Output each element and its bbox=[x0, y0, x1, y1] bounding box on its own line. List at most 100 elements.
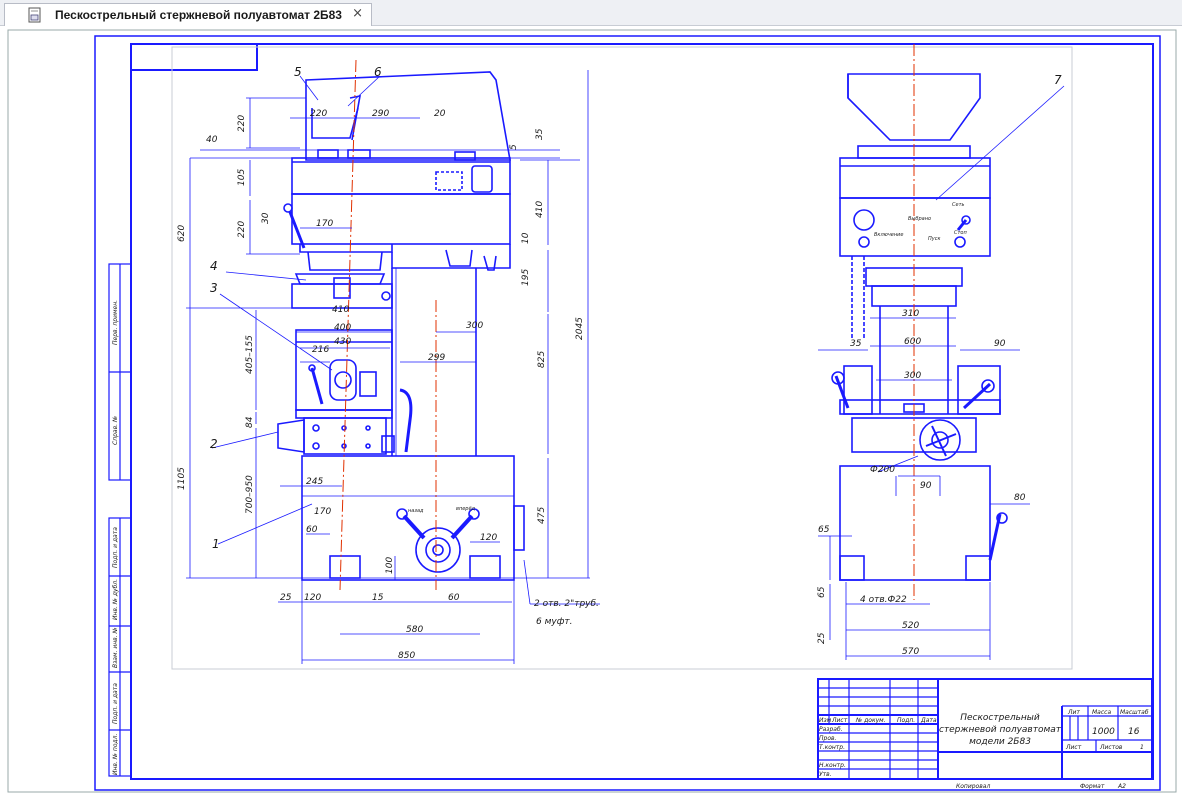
tb-lit: Лит bbox=[1067, 709, 1080, 716]
tb-prov: Пров. bbox=[819, 735, 837, 742]
dim-65a: 65 bbox=[818, 525, 830, 535]
tb-mass: Масса bbox=[1092, 709, 1111, 716]
dim-100: 100 bbox=[385, 557, 395, 574]
dim-170b: 170 bbox=[314, 507, 331, 517]
note-couplings: 6 муфт. bbox=[536, 617, 573, 627]
dim-60a: 60 bbox=[306, 525, 318, 535]
dim-5: 5 bbox=[509, 144, 519, 150]
dim-220a: 220 bbox=[237, 115, 247, 132]
pos-label-6: 6 bbox=[374, 65, 382, 79]
drawing-canvas[interactable]: Перв. примен. Справ. № Подп. и дата Инв.… bbox=[0, 26, 1182, 799]
close-tab-icon[interactable]: × bbox=[352, 6, 363, 21]
note-pipes: 2 отв. 2"труб. bbox=[534, 599, 599, 609]
side-strip-label-g: Инв. № подл. bbox=[112, 734, 119, 775]
dim-90b: 90 bbox=[920, 481, 932, 491]
dim-80: 80 bbox=[1014, 493, 1026, 503]
dim-25a: 25 bbox=[280, 593, 292, 603]
dim-700: 700–950 bbox=[245, 475, 255, 514]
dim-300b: 300 bbox=[904, 371, 921, 381]
tb-utv: Утв. bbox=[819, 771, 832, 778]
dim-405: 405–155 bbox=[245, 335, 255, 374]
dim-170a: 170 bbox=[316, 219, 333, 229]
tb-scale: Масштаб bbox=[1120, 709, 1149, 716]
dim-825: 825 bbox=[537, 351, 547, 368]
dim-90a: 90 bbox=[994, 339, 1006, 349]
tb-copied: Копировал bbox=[956, 783, 990, 790]
title-block-main: Пескострельный стержневой полуавтомат мо… bbox=[939, 713, 1140, 747]
wheel-label-a: назад bbox=[408, 508, 424, 514]
dim-430: 430 bbox=[334, 337, 351, 347]
tb-mass-val: 1000 bbox=[1092, 727, 1115, 737]
side-strip-label-c: Подп. и дата bbox=[112, 527, 119, 568]
pos-label-7: 7 bbox=[1054, 73, 1062, 87]
dim-15: 15 bbox=[372, 593, 384, 603]
side-strip-label-b: Справ. № bbox=[112, 416, 119, 445]
dim-620: 620 bbox=[177, 225, 187, 242]
side-gear bbox=[853, 209, 875, 231]
tb-izm: Изм bbox=[819, 717, 832, 724]
dim-475: 475 bbox=[537, 507, 547, 524]
panel-label-a: Выбрано bbox=[908, 216, 931, 222]
dim-400: 400 bbox=[334, 323, 351, 333]
pos-label-1: 1 bbox=[212, 537, 220, 551]
tb-date: Дата bbox=[920, 717, 937, 724]
dim-105: 105 bbox=[237, 169, 247, 186]
dim-290: 290 bbox=[372, 109, 389, 119]
dim-120a: 120 bbox=[480, 533, 497, 543]
upper-head bbox=[291, 157, 511, 195]
tb-list: Лист bbox=[831, 717, 848, 724]
tb-format-val: А2 bbox=[1117, 783, 1126, 790]
dim-200: Ф200 bbox=[870, 465, 895, 475]
dim-30: 30 bbox=[261, 212, 271, 224]
dim-65b: 65 bbox=[817, 586, 827, 598]
front-view bbox=[277, 71, 525, 581]
dim-580: 580 bbox=[406, 625, 423, 635]
dim-1105: 1105 bbox=[177, 467, 187, 490]
side-strip-label-f: Подп. и дата bbox=[112, 683, 119, 724]
hopper bbox=[305, 71, 511, 161]
tb-razrab: Разраб. bbox=[819, 726, 843, 733]
dim-84: 84 bbox=[245, 416, 255, 428]
document-tabstrip: Пескострельный стержневой полуавтомат 2Б… bbox=[0, 0, 1182, 26]
document-tab-title: Пескострельный стержневой полуавтомат 2Б… bbox=[55, 8, 342, 22]
side-strip-label-a: Перв. примен. bbox=[112, 300, 119, 345]
side-strip-label-d: Инв. № дубл. bbox=[112, 579, 119, 620]
panel-label-d: Стоп bbox=[954, 230, 967, 236]
cad-viewer: Пескострельный стержневой полуавтомат 2Б… bbox=[0, 0, 1182, 799]
tb-doc: № докум. bbox=[855, 717, 886, 724]
dim-220-top: 220 bbox=[310, 109, 327, 119]
wheel-label-b: вперёд bbox=[456, 506, 476, 512]
dim-40: 40 bbox=[206, 135, 218, 145]
dim-35b: 35 bbox=[850, 339, 862, 349]
dim-120b: 120 bbox=[304, 593, 321, 603]
panel-label-c: Пуск bbox=[928, 236, 941, 242]
dim-20: 20 bbox=[434, 109, 446, 119]
side-base bbox=[839, 465, 991, 581]
dim-850: 850 bbox=[398, 651, 415, 661]
document-tab[interactable]: Пескострельный стержневой полуавтомат 2Б… bbox=[4, 3, 372, 26]
side-strip-label-e: Взам. инв. № bbox=[112, 627, 119, 668]
dim-310: 310 bbox=[902, 309, 919, 319]
tb-title-1: Пескострельный bbox=[960, 713, 1040, 723]
side-strip-text: Перв. примен. Справ. № Подп. и дата Инв.… bbox=[112, 300, 119, 775]
dim-60b: 60 bbox=[448, 593, 460, 603]
drawing-document-icon bbox=[28, 7, 41, 23]
pos-label-3: 3 bbox=[210, 281, 218, 295]
dim-25b: 25 bbox=[817, 632, 827, 644]
side-dim-text: 310 600 35 90 300 Ф200 90 80 65 65 4 отв… bbox=[817, 309, 1026, 657]
tb-nkontr: Н.контр. bbox=[819, 762, 846, 769]
dim-245: 245 bbox=[306, 477, 323, 487]
tb-sign: Подп. bbox=[897, 717, 915, 724]
dim-35a: 35 bbox=[535, 128, 545, 140]
dim-520: 520 bbox=[902, 621, 919, 631]
dim-220b: 220 bbox=[237, 221, 247, 238]
tb-tkontr: Т.контр. bbox=[819, 744, 845, 751]
dim-570: 570 bbox=[902, 647, 919, 657]
dim-2045: 2045 bbox=[575, 317, 585, 340]
dim-300a: 300 bbox=[466, 321, 483, 331]
side-head bbox=[839, 157, 991, 199]
dim-195: 195 bbox=[521, 269, 531, 286]
tb-title-3: модели 2Б83 bbox=[969, 737, 1031, 747]
tb-sheets-val: 1 bbox=[1140, 744, 1144, 751]
side-view bbox=[831, 73, 1008, 581]
